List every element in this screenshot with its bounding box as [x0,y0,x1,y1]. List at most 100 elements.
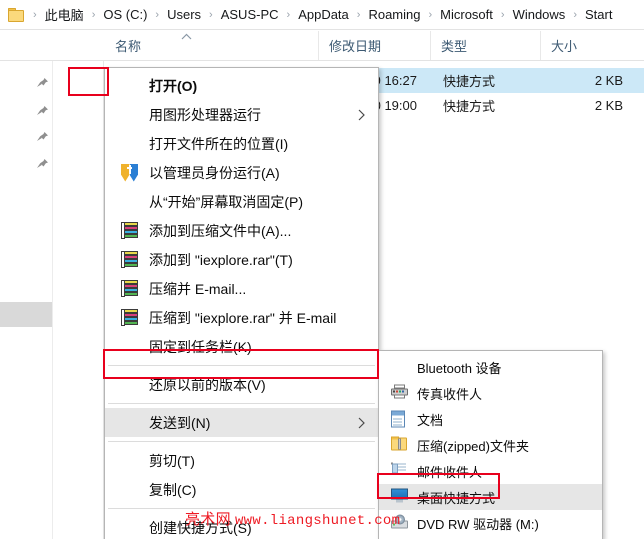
navigation-pane[interactable] [0,61,104,539]
watermark-site: 亮术网 [185,512,231,528]
menu-item-label: 添加到 "iexplore.rar"(T) [149,251,293,268]
explorer-window: › 此电脑 › OS (C:) › Users › ASUS-PC › AppD… [0,0,644,539]
winrar-icon [121,279,139,298]
menu-item-label: 用图形处理器运行 [149,106,261,123]
menu-item-label: 复制(C) [149,481,197,498]
file-size: 2 KB [594,73,623,88]
winrar-icon [121,308,139,327]
breadcrumb-item-this-pc[interactable]: 此电脑 [43,5,86,24]
menu-item-compress-and-email[interactable]: 压缩并 E-mail... [105,274,378,303]
chevron-right-icon [357,108,366,121]
submenu-item-mail-recipient[interactable]: 邮件收件人 [379,458,602,484]
column-header-type[interactable]: 类型 [430,31,540,60]
pin-icon[interactable] [36,105,49,118]
menu-separator [108,403,375,404]
submenu-item-label: Bluetooth 设备 [417,360,502,376]
menu-item-send-to[interactable]: 发送到(N) [105,408,378,437]
zip-folder-icon [391,436,408,454]
breadcrumb-item-microsoft[interactable]: Microsoft [438,7,495,22]
nav-divider [52,61,53,539]
folder-icon [8,7,25,22]
menu-item-label: 固定到任务栏(K) [149,338,252,355]
breadcrumb-separator: › [209,8,213,21]
pin-icon[interactable] [36,158,49,171]
submenu-item-fax-recipient[interactable]: 传真收件人 [379,380,602,406]
winrar-icon [121,221,139,240]
breadcrumb-item-asus-pc[interactable]: ASUS-PC [219,7,281,22]
menu-item-add-to-archive[interactable]: 添加到压缩文件中(A)... [105,216,378,245]
submenu-item-compressed-zipped-folder[interactable]: 压缩(zipped)文件夹 [379,432,602,458]
breadcrumb-separator: › [91,8,96,21]
chevron-right-icon [357,416,366,429]
submenu-item-label: 文档 [417,412,444,428]
breadcrumb-item-os-c[interactable]: OS (C:) [101,7,149,22]
address-bar[interactable]: › 此电脑 › OS (C:) › Users › ASUS-PC › AppD… [0,0,644,30]
submenu-item-documents[interactable]: 文档 [379,406,602,432]
menu-item-add-to-iexplore-rar[interactable]: 添加到 "iexplore.rar"(T) [105,245,378,274]
documents-icon [391,410,408,428]
menu-item-label: 打开文件所在的位置(I) [149,135,289,152]
column-header-row: 名称 修改日期 类型 大小 [0,31,644,61]
column-header-type-label: 类型 [441,39,468,54]
breadcrumb-item-roaming[interactable]: Roaming [366,7,422,22]
submenu-item-label: 压缩(zipped)文件夹 [417,438,529,454]
menu-item-label: 以管理员身份运行(A) [149,164,280,181]
pin-icon[interactable] [36,77,49,90]
menu-item-pin-to-taskbar[interactable]: 固定到任务栏(K) [105,332,378,361]
column-header-name[interactable]: 名称 [105,31,318,60]
menu-item-restore-previous-versions[interactable]: 还原以前的版本(V) [105,370,378,399]
breadcrumb-separator: › [428,8,433,21]
file-size: 2 KB [594,98,623,113]
breadcrumb-separator: › [33,8,37,21]
breadcrumb-item-start[interactable]: Start [583,7,614,22]
pin-icon[interactable] [36,131,49,144]
menu-item-open[interactable]: 打开(O) [105,71,378,100]
watermark-url: www.liangshunet.com [234,513,401,529]
menu-separator [108,441,375,442]
breadcrumb-item-appdata[interactable]: AppData [296,7,351,22]
fax-icon [391,384,408,402]
menu-separator [108,365,375,366]
breadcrumb-item-windows[interactable]: Windows [511,7,568,22]
breadcrumb-separator: › [500,8,505,21]
submenu-item-label: 邮件收件人 [417,464,483,480]
breadcrumb-separator: › [356,8,361,21]
submenu-item-desktop-shortcut[interactable]: 桌面快捷方式 [379,484,602,510]
column-header-date-modified[interactable]: 修改日期 [318,31,430,60]
breadcrumb-item-users[interactable]: Users [165,7,203,22]
file-type: 快捷方式 [443,74,496,89]
send-to-submenu[interactable]: Bluetooth 设备 传真收件人 文档 压缩(zipped)文件夹 邮件收件 [378,350,603,539]
column-header-date-label: 修改日期 [329,39,382,54]
submenu-item-label: 桌面快捷方式 [417,490,496,506]
nav-pane-selected-item[interactable] [0,302,52,327]
menu-item-label: 添加到压缩文件中(A)... [149,222,292,239]
winrar-icon [121,250,139,269]
watermark: 亮术网 www.liangshunet.com [185,508,400,529]
context-menu[interactable]: 打开(O) 用图形处理器运行 打开文件所在的位置(I) 以管理员身份运行(A) … [104,67,379,539]
menu-item-run-as-administrator[interactable]: 以管理员身份运行(A) [105,158,378,187]
submenu-item-label: DVD RW 驱动器 (M:) [417,516,539,532]
column-header-size-label: 大小 [551,39,578,54]
submenu-item-dvd-rw-drive[interactable]: DVD RW 驱动器 (M:) [379,510,602,536]
menu-item-label: 发送到(N) [149,414,211,431]
menu-item-compress-to-iexplore-rar-and-email[interactable]: 压缩到 "iexplore.rar" 并 E-mail [105,303,378,332]
mail-recipient-icon [391,462,408,480]
menu-item-label: 从“开始”屏幕取消固定(P) [149,193,303,210]
menu-item-run-with-graphics-processor[interactable]: 用图形处理器运行 [105,100,378,129]
menu-item-open-file-location[interactable]: 打开文件所在的位置(I) [105,129,378,158]
menu-item-cut[interactable]: 剪切(T) [105,446,378,475]
menu-item-label: 还原以前的版本(V) [149,376,266,393]
sort-ascending-icon [181,33,192,41]
menu-item-label: 打开(O) [149,77,198,94]
menu-item-copy[interactable]: 复制(C) [105,475,378,504]
submenu-item-bluetooth-device[interactable]: Bluetooth 设备 [379,354,602,380]
menu-item-unpin-from-start[interactable]: 从“开始”屏幕取消固定(P) [105,187,378,216]
menu-item-label: 压缩到 "iexplore.rar" 并 E-mail [149,309,337,326]
column-header-name-label: 名称 [115,39,142,54]
shield-icon [121,163,139,182]
column-header-size[interactable]: 大小 [540,31,644,60]
breadcrumb-separator: › [155,8,160,21]
breadcrumb-separator: › [573,8,577,21]
bluetooth-icon [391,359,408,376]
menu-item-label: 剪切(T) [149,452,195,469]
